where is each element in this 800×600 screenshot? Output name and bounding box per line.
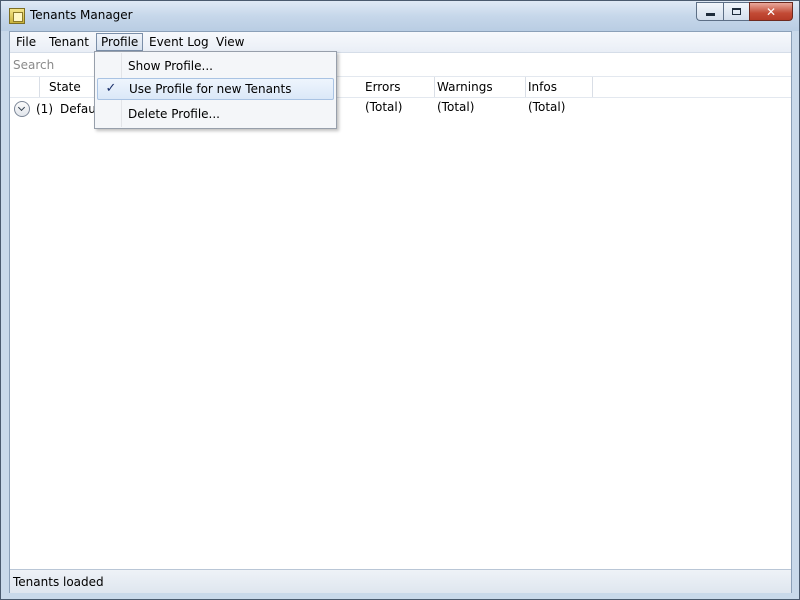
- menu-bar: File Tenant Profile Event Log View: [10, 32, 791, 53]
- maximize-icon: [732, 8, 741, 15]
- window-controls: ✕: [696, 2, 793, 21]
- app-icon[interactable]: [9, 8, 25, 24]
- maximize-button[interactable]: [723, 2, 749, 21]
- menu-item-use-profile-for-new-tenants[interactable]: ✓ Use Profile for new Tenants: [97, 78, 334, 100]
- close-button[interactable]: ✕: [749, 2, 793, 21]
- column-infos-total[interactable]: Infos (Total): [526, 77, 593, 114]
- minimize-button[interactable]: [696, 2, 723, 21]
- menu-file[interactable]: File: [12, 33, 40, 51]
- column-errors-total[interactable]: Errors (Total): [363, 77, 435, 114]
- menu-item-show-profile[interactable]: Show Profile...: [97, 55, 334, 77]
- title-bar[interactable]: Tenants Manager ✕: [1, 1, 799, 31]
- chevron-down-icon[interactable]: [14, 101, 30, 117]
- column-expander[interactable]: [10, 77, 40, 97]
- menu-item-delete-profile[interactable]: Delete Profile...: [97, 103, 334, 125]
- app-window: Tenants Manager ✕ File Tenant Profile Ev…: [0, 0, 800, 600]
- profile-dropdown-menu: Show Profile... ✓ Use Profile for new Te…: [94, 51, 337, 129]
- menu-profile[interactable]: Profile: [96, 33, 144, 51]
- minimize-icon: [705, 13, 715, 16]
- menu-item-label: Show Profile...: [128, 59, 213, 73]
- status-text: Tenants loaded: [13, 575, 104, 589]
- menu-view[interactable]: View: [212, 33, 248, 51]
- close-icon: ✕: [765, 4, 777, 19]
- search-placeholder: Search: [13, 58, 55, 72]
- row-count: (1): [36, 102, 53, 116]
- menu-item-label: Delete Profile...: [128, 107, 220, 121]
- window-title: Tenants Manager: [30, 8, 133, 22]
- check-icon: ✓: [105, 81, 117, 96]
- menu-item-label: Use Profile for new Tenants: [129, 82, 292, 96]
- menu-event-log[interactable]: Event Log: [145, 33, 213, 51]
- status-bar: Tenants loaded: [10, 569, 791, 593]
- menu-tenant[interactable]: Tenant: [45, 33, 93, 51]
- column-warnings-total[interactable]: Warnings (Total): [435, 77, 526, 114]
